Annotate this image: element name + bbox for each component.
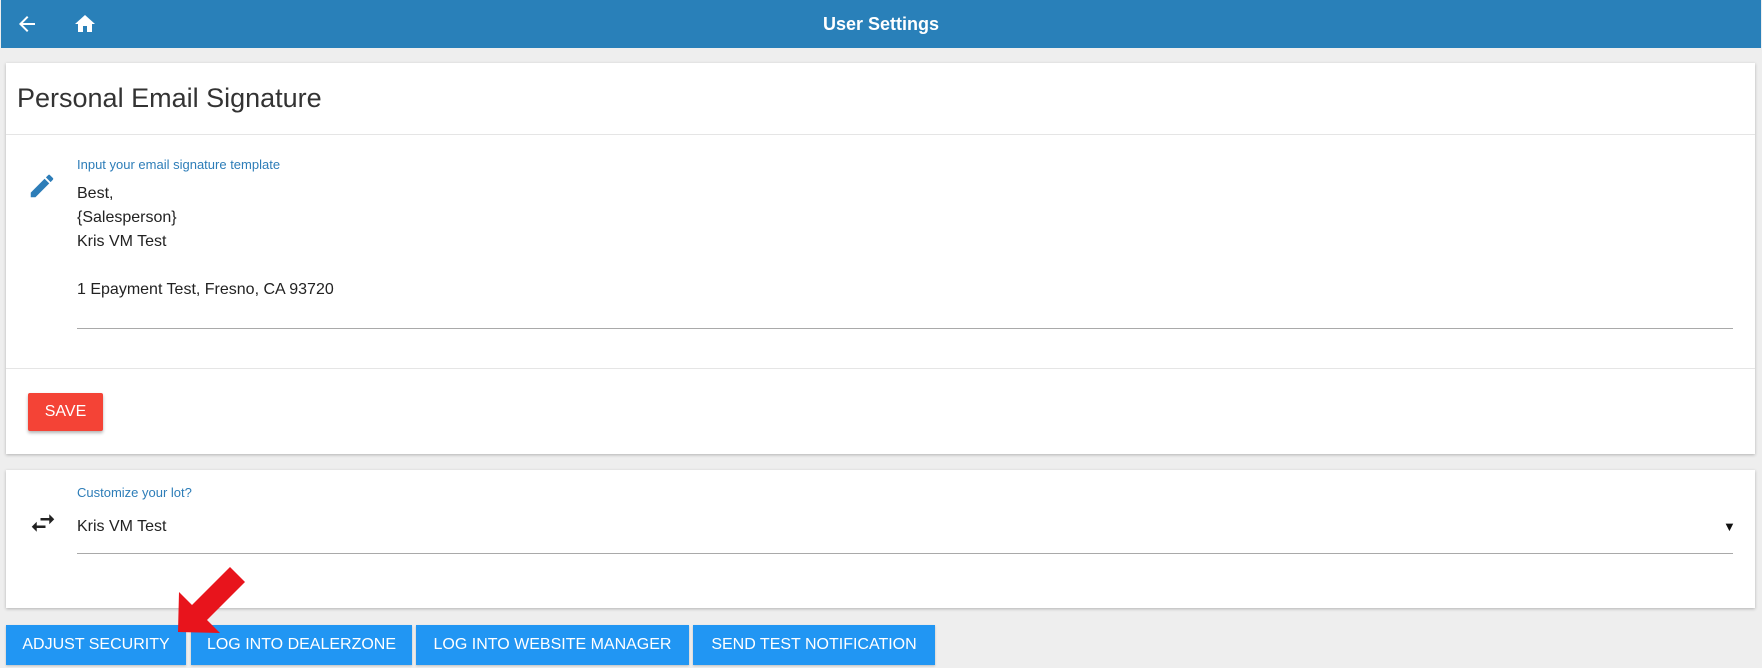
page-title: User Settings: [822, 14, 940, 34]
email-signature-input[interactable]: Best, {Salesperson} Kris VM Test 1 Epaym…: [77, 182, 1733, 329]
lot-select[interactable]: Kris VM Test: [77, 518, 167, 536]
divider: [6, 368, 1755, 369]
top-app-bar: User Settings: [1, 0, 1761, 48]
email-signature-card: Personal Email Signature Input your emai…: [6, 63, 1755, 454]
log-into-website-manager-button[interactable]: LOG INTO WEBSITE MANAGER: [416, 625, 689, 665]
pencil-icon: [30, 174, 54, 198]
dropdown-caret-icon[interactable]: ▼: [1723, 519, 1736, 534]
adjust-security-button[interactable]: ADJUST SECURITY: [6, 625, 186, 665]
save-button[interactable]: SAVE: [28, 393, 103, 431]
select-underline: [77, 553, 1733, 554]
log-into-dealerzone-button[interactable]: LOG INTO DEALERZONE: [191, 625, 412, 665]
signature-field-label: Input your email signature template: [77, 157, 281, 172]
send-test-notification-button[interactable]: SEND TEST NOTIFICATION: [693, 625, 935, 665]
lot-card: Customize your lot? Kris VM Test ▼: [6, 470, 1755, 608]
lot-field-label: Customize your lot?: [77, 485, 192, 500]
card-title: Personal Email Signature: [17, 83, 322, 113]
swap-arrows-icon: [31, 514, 55, 532]
divider: [6, 134, 1755, 135]
